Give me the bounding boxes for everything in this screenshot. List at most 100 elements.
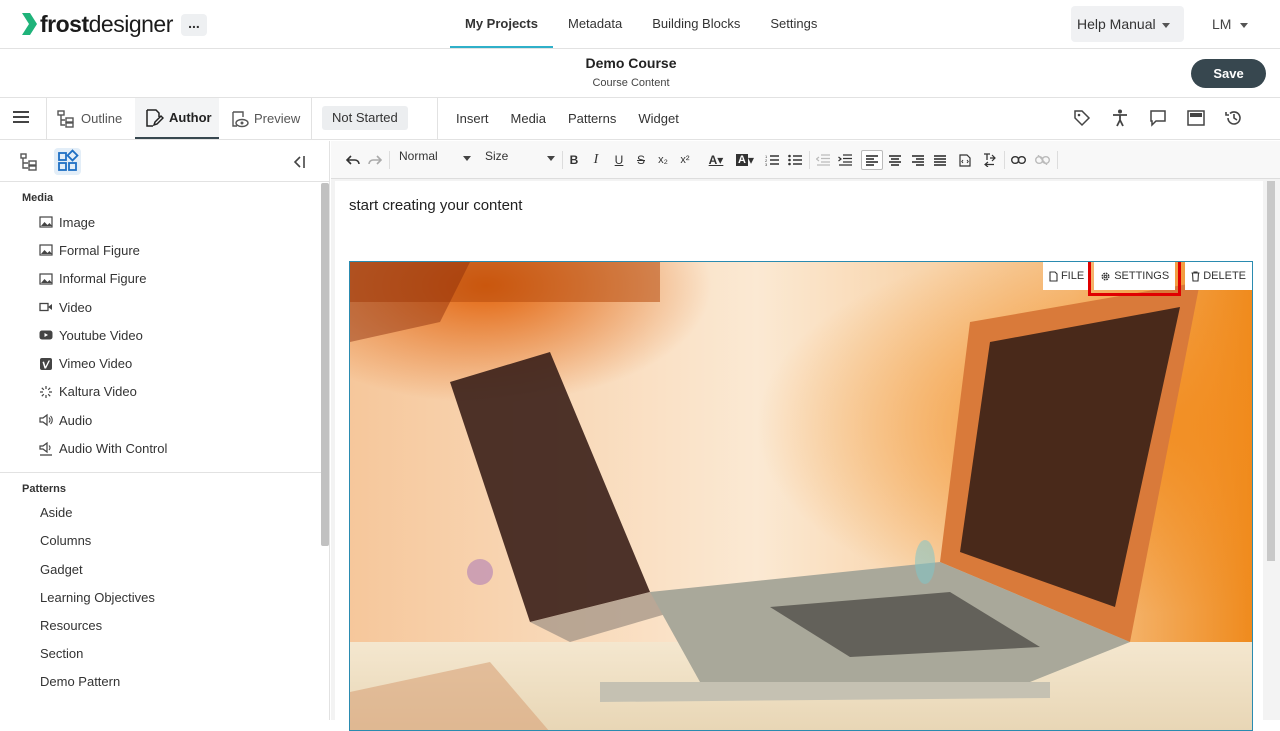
sidebar-item-label: Audio [59,412,93,428]
divider [311,98,312,139]
nav-metadata[interactable]: Metadata [553,0,637,48]
tab-media[interactable]: Media [500,98,557,139]
audio-control-icon [39,441,53,456]
layout-icon[interactable] [1186,108,1206,128]
history-icon[interactable] [1224,108,1244,128]
sidebar-scrollbar[interactable] [321,183,329,546]
sidebar-item-learning-objectives[interactable]: Learning Objectives [0,583,329,611]
image-block[interactable]: FILE SETTINGS DELETE [349,261,1253,731]
align-justify-icon[interactable] [932,150,948,170]
sidebar-item-audio-with-control[interactable]: Audio With Control [0,434,329,462]
strikethrough-icon[interactable]: S [633,150,649,170]
align-left-icon[interactable] [861,150,883,170]
video-icon [39,300,53,314]
nav-settings[interactable]: Settings [755,0,832,48]
divider [437,98,438,139]
redo-icon[interactable] [367,150,383,170]
tab-patterns[interactable]: Patterns [557,98,627,139]
image-icon [39,272,53,286]
tab-preview[interactable]: Preview [229,98,311,139]
outline-tree-icon[interactable] [19,152,39,172]
youtube-icon [39,328,53,342]
sidebar-item-aside[interactable]: Aside [0,499,329,527]
sidebar-item-label: Audio With Control [59,441,168,457]
nav-building-blocks[interactable]: Building Blocks [637,0,755,48]
subscript-icon[interactable]: x₂ [655,150,671,170]
sidebar-item-section[interactable]: Section [0,640,329,668]
user-menu[interactable]: LM [1212,16,1249,32]
sidebar-item-resources[interactable]: Resources [0,611,329,639]
sidebar-item-image[interactable]: Image [0,208,329,236]
divider [46,98,47,139]
outdent-icon[interactable] [815,150,831,170]
tab-outline[interactable]: Outline [56,98,134,139]
image-icon [39,215,53,229]
sidebar-item-informal-figure[interactable]: Informal Figure [0,265,329,293]
text-color-icon[interactable]: A▾ [703,150,729,170]
course-title: Demo Course [585,55,677,71]
unlink-icon[interactable] [1033,150,1051,170]
tab-widget[interactable]: Widget [627,98,689,139]
sidebar-item-video[interactable]: Video [0,293,329,321]
italic-icon[interactable]: I [588,150,604,170]
logo-text-bold: frost [40,10,89,37]
image-icon [39,243,53,257]
text-direction-icon[interactable] [981,150,999,170]
sidebar-item-gadget[interactable]: Gadget [0,555,329,583]
outline-tree-icon [57,109,74,128]
content-text[interactable]: start creating your content [349,197,522,214]
tab-author[interactable]: Author [135,98,219,139]
editor-scrollbar[interactable] [1267,181,1275,561]
tool-icons [1072,108,1262,128]
chevron-down-icon [1161,22,1170,28]
ordered-list-icon[interactable]: 123 [764,150,780,170]
kaltura-icon [39,385,53,399]
tab-insert[interactable]: Insert [445,98,500,139]
align-right-icon[interactable] [910,150,926,170]
sidebar-item-columns[interactable]: Columns [0,527,329,555]
bullet-list-icon[interactable] [787,150,803,170]
chevron-down-icon [463,156,471,161]
source-code-icon[interactable] [957,150,973,170]
sidebar-item-label: Vimeo Video [59,356,133,372]
settings-button[interactable]: SETTINGS [1088,262,1182,296]
format-select[interactable]: Normal [399,149,471,169]
save-button[interactable]: Save [1191,59,1266,88]
superscript-icon[interactable]: x² [677,150,693,170]
user-initials: LM [1212,16,1232,32]
file-button[interactable]: FILE [1042,262,1091,290]
sidebar-item-audio[interactable]: Audio [0,406,329,434]
hamburger-menu-icon[interactable] [13,111,29,125]
nav-my-projects[interactable]: My Projects [450,0,553,48]
status-button[interactable]: Not Started [322,106,408,130]
bold-icon[interactable]: B [566,150,582,170]
align-center-icon[interactable] [887,150,903,170]
frost-designer-logo[interactable]: frostdesigner [20,10,173,38]
sidebar-item-formal-figure[interactable]: Formal Figure [0,236,329,264]
collapse-sidebar-icon[interactable] [290,153,308,171]
tag-icon[interactable] [1072,108,1092,128]
comment-icon[interactable] [1148,108,1168,128]
logo-chevron-icon [22,13,37,35]
more-menu-button[interactable]: ... [181,14,207,36]
link-icon[interactable] [1009,150,1027,170]
blocks-grid-icon[interactable] [54,148,81,175]
size-select[interactable]: Size [485,149,555,169]
sidebar-item-youtube-video[interactable]: Youtube Video [0,321,329,349]
indent-icon[interactable] [837,150,853,170]
file-button-label: FILE [1060,270,1085,282]
delete-button[interactable]: DELETE [1185,262,1252,290]
delete-button-label: DELETE [1203,270,1246,282]
sidebar-item-label: Youtube Video [59,327,143,343]
editor-area: Normal Size B I U S x₂ x² A▾ A ▾ 123 star… [331,141,1280,731]
editor-page[interactable]: start creating your content FILE SETTING… [335,181,1263,731]
undo-icon[interactable] [345,150,361,170]
chevron-down-icon [547,156,555,161]
sidebar-item-demo-pattern[interactable]: Demo Pattern [0,668,329,696]
background-color-icon[interactable]: A ▾ [732,150,758,170]
sidebar-item-kaltura-video[interactable]: Kaltura Video [0,378,329,406]
underline-icon[interactable]: U [611,150,627,170]
help-manual-dropdown[interactable]: Help Manual [1071,6,1184,42]
accessibility-icon[interactable] [1110,108,1130,128]
sidebar-item-vimeo-video[interactable]: Vimeo Video [0,349,329,377]
